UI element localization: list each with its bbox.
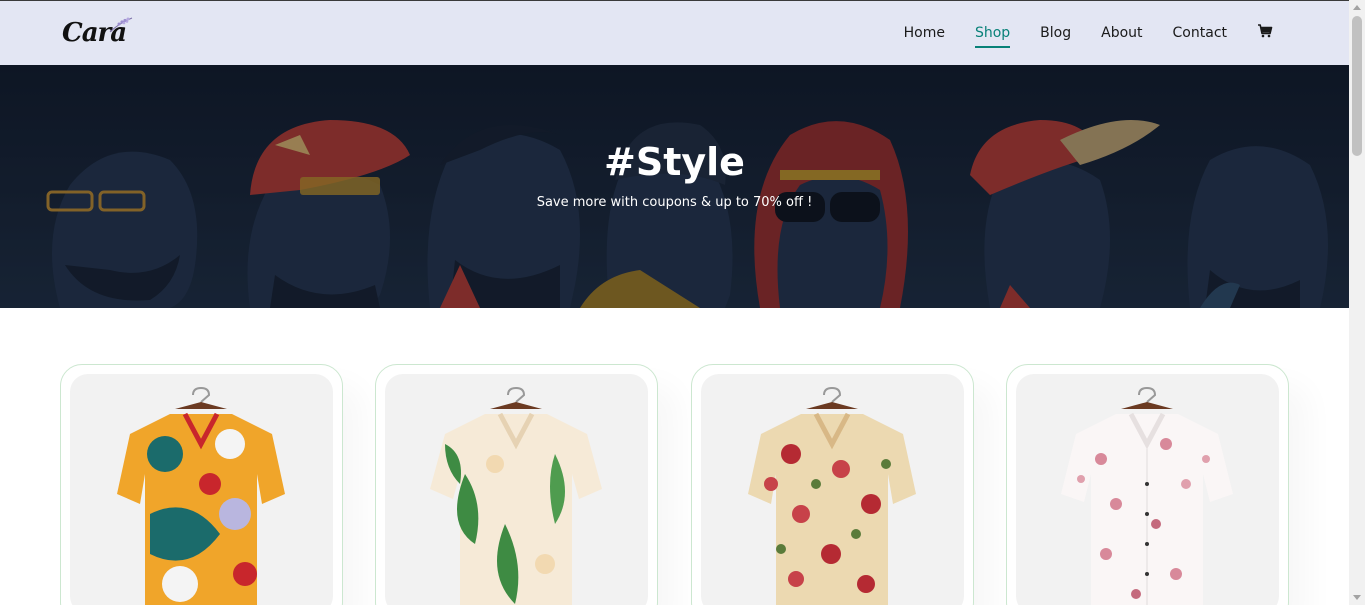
scrollbar-thumb[interactable]	[1352, 16, 1362, 156]
product-image[interactable]	[385, 374, 648, 605]
page-scrollbar[interactable]	[1349, 0, 1365, 605]
cart-icon	[1258, 24, 1273, 38]
product-card[interactable]	[691, 364, 974, 605]
shirt-image	[1061, 387, 1233, 605]
nav-about[interactable]: About	[1101, 19, 1142, 47]
hero-illustration	[0, 65, 1349, 308]
hero-banner: #Style Save more with coupons & up to 70…	[0, 65, 1349, 308]
shop-page: Cara Home Shop Blog About Contact #Style…	[0, 0, 1365, 605]
scroll-up-arrow-icon[interactable]	[1353, 5, 1361, 10]
product-card[interactable]	[60, 364, 343, 605]
nav-contact[interactable]: Contact	[1173, 19, 1227, 47]
shirt-image	[748, 387, 916, 605]
nav-home[interactable]: Home	[904, 19, 945, 47]
shirt-image	[430, 387, 602, 605]
hero-title: #Style	[604, 140, 745, 184]
site-header: Cara Home Shop Blog About Contact	[0, 1, 1349, 65]
shirt-image	[117, 387, 285, 605]
scroll-down-arrow-icon[interactable]	[1353, 595, 1361, 600]
product-card[interactable]	[1006, 364, 1289, 605]
product-image[interactable]	[70, 374, 333, 605]
product-image[interactable]	[1016, 374, 1279, 605]
product-grid	[60, 364, 1290, 605]
main-nav: Home Shop Blog About Contact	[904, 19, 1273, 48]
nav-blog[interactable]: Blog	[1040, 19, 1071, 47]
logo[interactable]: Cara	[62, 13, 133, 53]
product-card[interactable]	[375, 364, 658, 605]
product-image[interactable]	[701, 374, 964, 605]
nav-shop[interactable]: Shop	[974, 19, 1011, 48]
hero-subtitle: Save more with coupons & up to 70% off !	[536, 195, 813, 210]
lavender-icon	[109, 17, 133, 33]
cart-link[interactable]	[1257, 23, 1273, 43]
